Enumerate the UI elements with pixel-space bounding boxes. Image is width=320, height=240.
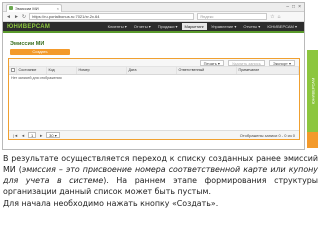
pager: |◄ ◄ 1 ► 30 ▾ Отображены записи 0 - 0 из…: [9, 130, 299, 139]
menu-item-2[interactable]: Продажи ▾: [155, 23, 181, 30]
emissions-table: Состояние Код Номер Дата Ответственный П…: [9, 67, 299, 81]
main-menu: Клиенты ▾ Отчеты ▾ Продажи ▾ Маркетинг Управ…: [105, 23, 300, 30]
reload-icon[interactable]: ↻: [22, 14, 26, 20]
main-content: Эмиссии МИ Создать Печать ▾ Удалить запи…: [6, 37, 302, 140]
menu-item-3[interactable]: Маркетинг: [181, 23, 207, 30]
caption-paragraph-1: В результате осуществляется переход к сп…: [3, 154, 318, 198]
browser-tab[interactable]: Эмиссии МИ ×: [6, 3, 62, 12]
slide: Эмиссии МИ × – □ × ◄ ► ↻ https://ru.port…: [0, 0, 320, 240]
empty-row: Нет записей для отображения: [9, 74, 299, 81]
app-header: ЮНИВЕРСАМ Клиенты ▾ Отчеты ▾ Продажи ▾ Марк…: [3, 22, 304, 33]
window-controls: – □ ×: [286, 4, 304, 10]
first-page-icon[interactable]: |◄: [13, 133, 18, 138]
minimize-icon[interactable]: –: [286, 4, 289, 10]
select-all-checkbox[interactable]: [9, 67, 17, 75]
browser-search-input[interactable]: Яндекс: [197, 13, 268, 20]
create-button[interactable]: Создать: [10, 49, 70, 55]
side-accent-bar: [307, 132, 318, 148]
column-header-status[interactable]: Состояние: [16, 67, 47, 75]
tab-close-icon[interactable]: ×: [57, 6, 59, 11]
address-bar: ◄ ► ↻ https://ru.portalbonus.ru:7021/xr.…: [3, 12, 304, 22]
menu-item-0[interactable]: Клиенты ▾: [105, 23, 130, 30]
home-icon[interactable]: ⌂: [278, 14, 281, 20]
column-header-note[interactable]: Примечание: [236, 67, 299, 75]
menu-item-4[interactable]: Управление ▾: [208, 23, 239, 30]
menu-item-6[interactable]: ЮНИВЕРСАМ ▾: [264, 23, 300, 30]
emissions-list-panel: Печать ▾ Удалить запись Экспорт ▾ Состоя…: [8, 58, 300, 140]
table-header-row: Состояние Код Номер Дата Ответственный П…: [9, 67, 299, 75]
caption-paragraph-2: Для начала необходимо нажать кнопку «Соз…: [3, 198, 219, 208]
browser-window: Эмиссии МИ × – □ × ◄ ► ↻ https://ru.port…: [2, 2, 305, 150]
forward-icon[interactable]: ►: [14, 14, 19, 20]
column-header-date[interactable]: Дата: [126, 67, 177, 75]
url-input[interactable]: https://ru.portalbonus.ru:7021/xr.2x.64: [29, 13, 195, 20]
column-header-code[interactable]: Код: [46, 67, 77, 75]
close-window-icon[interactable]: ×: [298, 4, 301, 10]
column-header-responsible[interactable]: Ответственный: [176, 67, 237, 75]
next-page-icon[interactable]: ►: [39, 133, 43, 138]
side-brand-text: ЮНИВЕРСАМ: [310, 77, 315, 105]
app-logo[interactable]: ЮНИВЕРСАМ: [7, 24, 50, 30]
page-size-select[interactable]: 30 ▾: [46, 132, 60, 138]
favicon-icon: [9, 6, 13, 10]
delete-record-button[interactable]: Удалить запись: [227, 59, 265, 66]
print-button[interactable]: Печать ▾: [199, 59, 224, 66]
back-icon[interactable]: ◄: [6, 14, 11, 20]
export-button[interactable]: Экспорт ▾: [268, 59, 295, 66]
slide-caption: В результате осуществляется переход к сп…: [3, 154, 318, 210]
side-brand-label: ЮНИВЕРСАМ: [307, 50, 318, 132]
browser-titlebar: Эмиссии МИ × – □ ×: [3, 3, 304, 12]
empty-message: Нет записей для отображения: [11, 75, 62, 80]
menu-item-5[interactable]: Отчеты ▾: [240, 23, 263, 30]
tab-title: Эмиссии МИ: [15, 5, 39, 11]
pager-info: Отображены записи 0 - 0 из 0: [239, 132, 295, 138]
column-header-number[interactable]: Номер: [76, 67, 127, 75]
menu-item-1[interactable]: Отчеты ▾: [131, 23, 154, 30]
maximize-icon[interactable]: □: [292, 4, 295, 10]
page-title: Эмиссии МИ: [10, 41, 45, 47]
prev-page-icon[interactable]: ◄: [21, 133, 25, 138]
star-icon[interactable]: ☆: [270, 14, 274, 20]
page-number-input[interactable]: 1: [27, 132, 37, 138]
panel-toolbar: Печать ▾ Удалить запись Экспорт ▾: [9, 59, 299, 67]
